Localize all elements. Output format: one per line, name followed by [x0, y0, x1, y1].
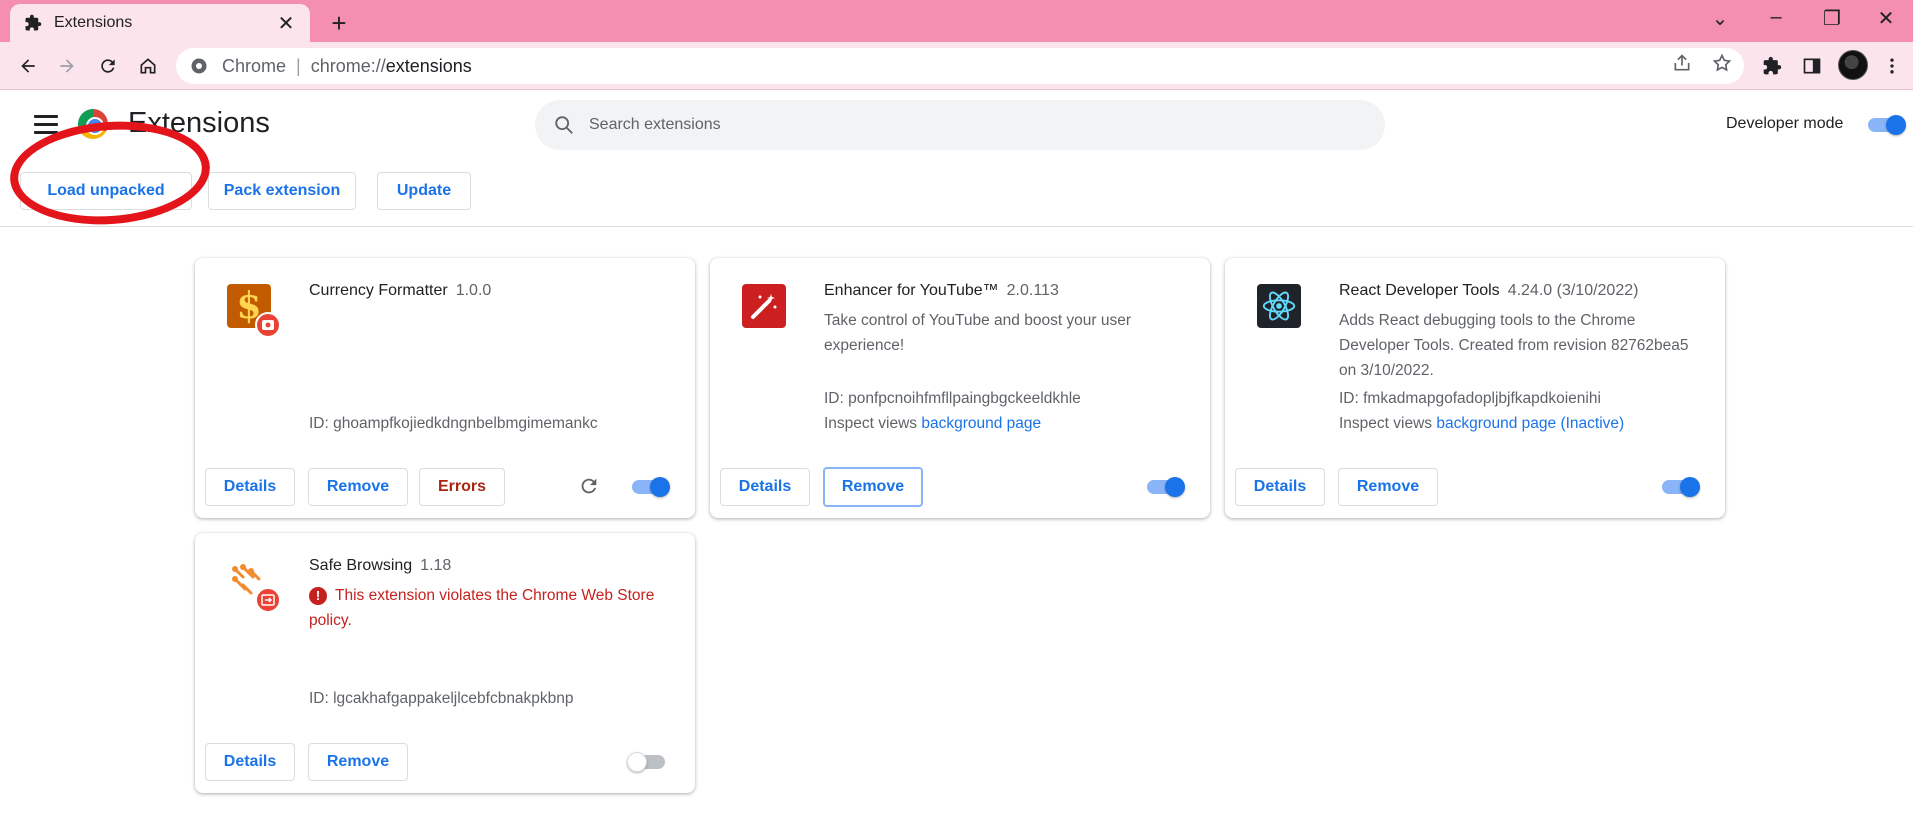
remove-button[interactable]: Remove [308, 743, 408, 781]
extension-version: 1.0.0 [455, 282, 492, 299]
extension-name-row: React Developer Tools 4.24.0 (3/10/2022) [1339, 282, 1638, 300]
puzzle-icon [25, 14, 42, 31]
inspect-views: Inspect views background page [824, 415, 1041, 433]
restore-icon[interactable]: ❐ [1812, 6, 1852, 31]
errors-button[interactable]: Errors [419, 468, 505, 506]
title-bar: Extensions ✕ + ⌄ – ❐ ✕ [0, 0, 1913, 42]
bookmark-star-icon[interactable] [1710, 51, 1734, 75]
extension-name-row: Safe Browsing 1.18 [309, 557, 451, 575]
extension-card-currency-formatter: $ Currency Formatter 1.0.0 ID: ghoampfkoj… [195, 258, 695, 518]
extension-enable-toggle[interactable] [627, 752, 667, 772]
url-scheme: chrome:// [310, 55, 386, 76]
search-icon [555, 116, 573, 134]
extension-id: ID: ghoampfkojiedkdngnbelbmgimemankc [309, 415, 598, 432]
extension-version: 2.0.113 [1006, 282, 1059, 299]
policy-warning-text: This extension violates the Chrome Web S… [309, 587, 655, 629]
share-icon[interactable] [1670, 51, 1694, 75]
sign-in-badge-icon [255, 587, 281, 613]
background-page-link[interactable]: background page [921, 415, 1041, 432]
reload-extension-icon[interactable] [578, 475, 602, 499]
extension-version: 1.18 [420, 557, 452, 574]
tab-extensions[interactable]: Extensions ✕ [10, 4, 310, 42]
chrome-site-icon [191, 58, 207, 74]
extension-description: Take control of YouTube and boost your u… [824, 312, 1132, 354]
home-icon[interactable] [134, 52, 162, 80]
extension-enable-toggle[interactable] [630, 477, 670, 497]
omnibox-separator: | [296, 55, 301, 76]
close-tab-icon[interactable]: ✕ [276, 11, 296, 36]
extension-name-row: Enhancer for YouTube™ 2.0.113 [824, 282, 1059, 300]
back-icon[interactable] [14, 52, 42, 80]
background-page-link[interactable]: background page (Inactive) [1436, 415, 1624, 432]
inspect-views-label: Inspect views [824, 415, 918, 432]
reload-icon[interactable] [94, 52, 122, 80]
remove-button[interactable]: Remove [1338, 468, 1438, 506]
extension-enable-toggle[interactable] [1660, 477, 1700, 497]
browser-toolbar: Chrome | chrome://extensions [0, 42, 1913, 90]
search-placeholder: Search extensions [589, 116, 721, 133]
developer-mode-toggle[interactable] [1866, 115, 1906, 135]
extension-name: Currency Formatter [309, 282, 448, 299]
extension-card-safe-browsing: Safe Browsing 1.18 ! This extension violat… [195, 533, 695, 793]
remove-button[interactable]: Remove [823, 467, 923, 507]
details-button[interactable]: Details [205, 743, 295, 781]
react-atom-icon [1257, 284, 1301, 328]
address-bar[interactable]: Chrome | chrome://extensions [176, 48, 1744, 84]
profile-avatar[interactable] [1838, 50, 1868, 80]
extension-name: Safe Browsing [309, 557, 413, 574]
extension-id: ID: fmkadmapgofadopljbjfkapdkoienihi [1339, 390, 1601, 407]
minimize-icon[interactable]: – [1756, 6, 1796, 29]
inspect-views-label: Inspect views [1339, 415, 1433, 432]
header-divider [0, 226, 1913, 227]
pack-extension-button[interactable]: Pack extension [208, 172, 356, 210]
url-path: extensions [385, 55, 472, 76]
extension-id: ID: ponfpcnoihfmfllpaingbgckeeldkhle [824, 390, 1081, 407]
remove-button[interactable]: Remove [308, 468, 408, 506]
warning-icon: ! [309, 587, 327, 605]
extension-card-enhancer-for-youtube: Enhancer for YouTube™ 2.0.113 Take contro… [710, 258, 1210, 518]
tab-title: Extensions [54, 14, 133, 31]
extension-version: 4.24.0 (3/10/2022) [1507, 282, 1639, 299]
update-button[interactable]: Update [377, 172, 471, 210]
omnibox-chip: Chrome [222, 55, 287, 76]
forward-icon[interactable] [53, 52, 81, 80]
extension-description: Adds React debugging tools to the Chrome… [1339, 312, 1689, 379]
side-panel-icon[interactable] [1800, 54, 1824, 78]
more-menu-icon[interactable] [1880, 54, 1904, 78]
extensions-puzzle-icon[interactable] [1760, 54, 1784, 78]
details-button[interactable]: Details [205, 468, 295, 506]
extension-name-row: Currency Formatter 1.0.0 [309, 282, 491, 300]
developer-mode-label: Developer mode [1726, 115, 1844, 132]
details-button[interactable]: Details [720, 468, 810, 506]
details-button[interactable]: Details [1235, 468, 1325, 506]
extension-card-react-developer-tools: React Developer Tools 4.24.0 (3/10/2022) … [1225, 258, 1725, 518]
magic-wand-icon [742, 284, 786, 328]
new-tab-icon[interactable]: + [326, 8, 352, 39]
policy-warning: ! This extension violates the Chrome Web … [309, 583, 679, 633]
extension-id: ID: lgcakhafgappakeljlcebfcbnakpkbnp [309, 690, 574, 707]
close-window-icon[interactable]: ✕ [1866, 6, 1906, 31]
extension-name: Enhancer for YouTube™ [824, 282, 999, 299]
recording-badge-icon [255, 312, 281, 338]
menu-icon[interactable] [34, 115, 58, 135]
extension-enable-toggle[interactable] [1145, 477, 1185, 497]
chevron-down-icon[interactable]: ⌄ [1700, 6, 1740, 31]
inspect-views: Inspect views background page (Inactive) [1339, 415, 1624, 433]
extension-name: React Developer Tools [1339, 282, 1500, 299]
search-extensions-input[interactable]: Search extensions [535, 100, 1385, 150]
